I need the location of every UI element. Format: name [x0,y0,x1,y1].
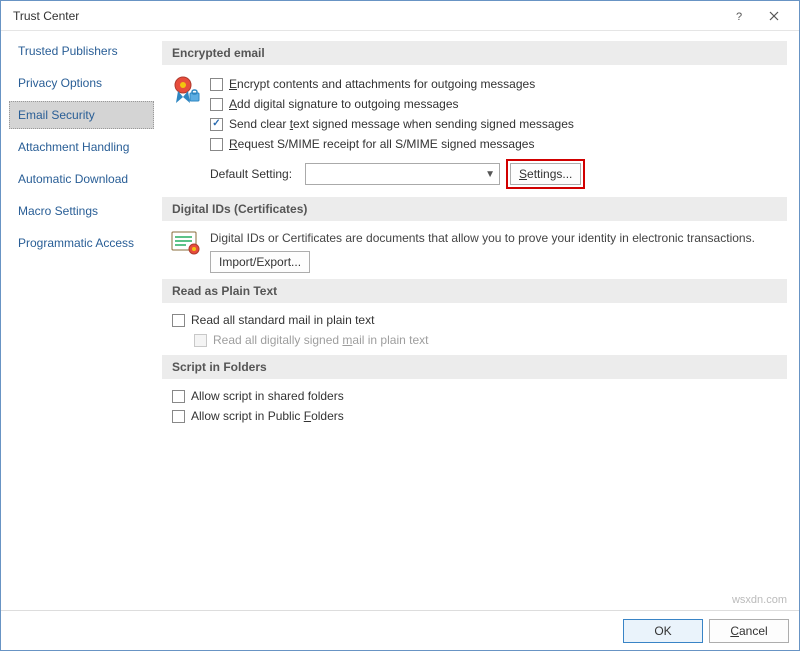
content-panel: Encrypted email Encrypt contents and att… [156,31,799,610]
sidebar-item-label: Privacy Options [18,76,102,90]
sidebar-item-privacy-options[interactable]: Privacy Options [9,69,154,97]
settings-button[interactable]: Settings... [510,163,581,185]
titlebar: Trust Center ? [1,1,799,31]
sidebar-item-label: Macro Settings [18,204,98,218]
import-export-button[interactable]: Import/Export... [210,251,310,273]
checkbox-label: Allow script in Public Folders [191,407,344,425]
sidebar-item-automatic-download[interactable]: Automatic Download [9,165,154,193]
checkbox-read-signed-plain [194,334,207,347]
checkbox-label: Add digital signature to outgoing messag… [229,95,459,113]
checkbox-add-signature[interactable] [210,98,223,111]
checkbox-label: Read all standard mail in plain text [191,311,374,329]
cancel-button[interactable]: Cancel [709,619,789,643]
checkbox-label: Send clear text signed message when send… [229,115,574,133]
watermark: wsxdn.com [732,594,787,606]
sidebar-item-label: Automatic Download [18,172,128,186]
sidebar-item-label: Attachment Handling [18,140,129,154]
checkbox-script-public[interactable] [172,410,185,423]
section-header-digitalids: Digital IDs (Certificates) [162,197,787,221]
chevron-down-icon: ▼ [485,169,495,180]
close-button[interactable] [757,4,791,28]
certificate-icon [171,231,201,257]
sidebar-item-trusted-publishers[interactable]: Trusted Publishers [9,37,154,65]
ribbon-shield-icon [172,75,200,109]
checkbox-label: Allow script in shared folders [191,387,344,405]
checkbox-label: Encrypt contents and attachments for out… [229,75,535,93]
help-button[interactable]: ? [723,4,757,28]
checkbox-clear-text[interactable] [210,118,223,131]
checkbox-label: Request S/MIME receipt for all S/MIME si… [229,135,534,153]
section-header-script: Script in Folders [162,355,787,379]
sidebar: Trusted Publishers Privacy Options Email… [1,31,156,610]
checkbox-encrypt[interactable] [210,78,223,91]
checkbox-read-standard-plain[interactable] [172,314,185,327]
sidebar-item-label: Email Security [18,108,95,122]
digitalids-desc: Digital IDs or Certificates are document… [210,231,787,245]
default-setting-combo[interactable]: ▼ [305,163,500,185]
checkbox-request-receipt[interactable] [210,138,223,151]
settings-highlight: Settings... [506,159,585,189]
svg-text:?: ? [736,11,742,21]
section-header-plaintext: Read as Plain Text [162,279,787,303]
sidebar-item-email-security[interactable]: Email Security [9,101,154,129]
sidebar-item-programmatic-access[interactable]: Programmatic Access [9,229,154,257]
checkbox-label: Read all digitally signed mail in plain … [213,331,428,349]
default-setting-label: Default Setting: [210,167,305,181]
sidebar-item-macro-settings[interactable]: Macro Settings [9,197,154,225]
sidebar-item-label: Trusted Publishers [18,44,118,58]
ok-button[interactable]: OK [623,619,703,643]
sidebar-item-label: Programmatic Access [18,236,134,250]
sidebar-item-attachment-handling[interactable]: Attachment Handling [9,133,154,161]
section-header-encrypted: Encrypted email [162,41,787,65]
checkbox-script-shared[interactable] [172,390,185,403]
window-title: Trust Center [9,9,723,23]
dialog-footer: OK Cancel [1,610,799,650]
